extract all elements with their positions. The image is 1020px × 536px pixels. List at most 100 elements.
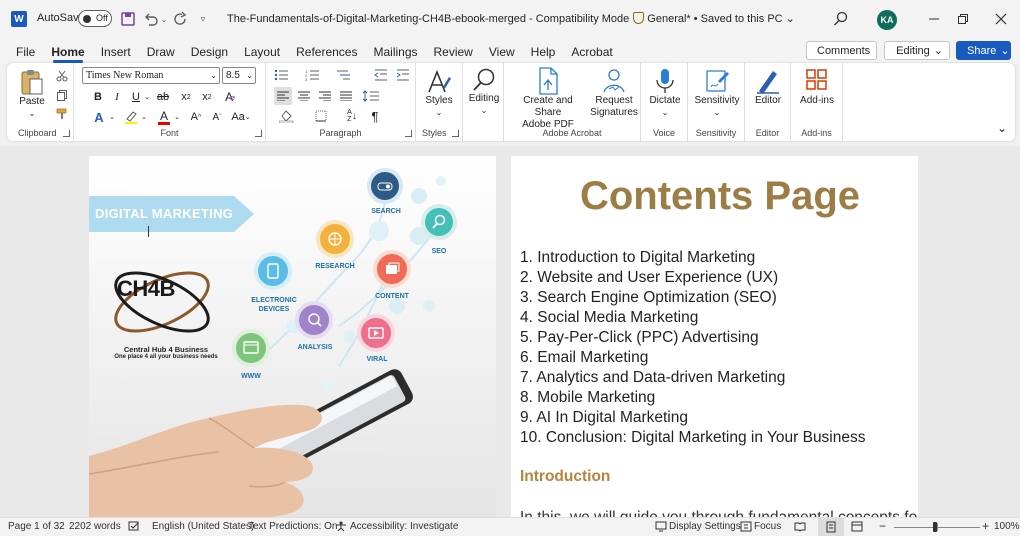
grow-font-icon[interactable]: A ^ [187,109,205,125]
toc-item[interactable]: 5. Pay-Per-Click (PPC) Advertising [520,328,866,348]
toc-item[interactable]: 9. AI In Digital Marketing [520,408,866,428]
styles-launcher-icon[interactable] [452,130,459,137]
tab-help[interactable]: Help [523,40,564,64]
zoom-level[interactable]: 100% [994,521,1020,532]
align-right-icon[interactable] [316,87,334,105]
web-layout-icon[interactable] [851,521,863,535]
highlight-icon[interactable] [123,109,139,125]
toc-item[interactable]: 8. Mobile Marketing [520,388,866,408]
subscript-button[interactable]: x2 [178,89,194,105]
dictate-button[interactable]: Dictate ⌄ [645,67,685,119]
toc-item[interactable]: 10. Conclusion: Digital Marketing in You… [520,428,866,448]
accessibility-icon[interactable] [335,521,347,535]
toc-item[interactable]: 6. Email Marketing [520,348,866,368]
font-size-input[interactable]: 8.5 ⌄ [222,67,256,84]
chevron-down-icon[interactable]: ⌄ [140,109,148,125]
increase-indent-icon[interactable] [394,67,412,83]
show-formatting-icon[interactable]: ¶ [366,108,384,124]
editing-button[interactable]: Editing ⌄ [465,67,503,117]
decrease-indent-icon[interactable] [372,67,390,83]
addins-button[interactable]: Add-ins [795,67,839,107]
proofing-icon[interactable] [128,521,140,535]
toc-item[interactable]: 4. Social Media Marketing [520,308,866,328]
create-share-pdf-button[interactable]: Create and Share Adobe PDF [511,67,585,131]
display-settings-icon[interactable] [655,521,667,535]
zoom-thumb[interactable] [932,522,937,532]
zoom-in-button[interactable]: + [982,519,989,533]
display-settings[interactable]: Display Settings [669,521,741,532]
print-layout-icon[interactable] [818,518,844,536]
word-count[interactable]: 2202 words [69,521,121,532]
request-signatures-button[interactable]: Request Signatures [590,67,638,119]
undo-dropdown-icon[interactable]: ⌄ [159,10,169,28]
search-icon[interactable] [833,11,849,30]
font-color-icon[interactable]: A [156,108,172,126]
accessibility-status[interactable]: Accessibility: Investigate [350,521,458,532]
share-button[interactable]: Share ⌄ [956,41,1011,60]
tab-mailings[interactable]: Mailings [365,40,425,64]
tab-layout[interactable]: Layout [236,40,288,64]
underline-button[interactable]: U [129,89,143,105]
tab-draw[interactable]: Draw [139,40,183,64]
copy-icon[interactable] [54,87,70,103]
borders-icon[interactable] [310,108,332,124]
toc-item[interactable]: 7. Analytics and Data-driven Marketing [520,368,866,388]
cover-page[interactable]: DIGITAL MARKETING CH4B Central Hub 4 Bus… [89,156,496,517]
align-left-icon[interactable] [274,87,292,105]
restore-icon[interactable] [953,9,973,29]
tab-review[interactable]: Review [426,40,481,64]
clear-formatting-icon[interactable]: A ⌀ [222,88,238,106]
undo-icon[interactable] [142,10,160,28]
text-predictions[interactable]: Text Predictions: On [248,521,337,532]
language[interactable]: English (United States) [152,521,254,532]
tab-view[interactable]: View [481,40,523,64]
read-mode-icon[interactable] [794,521,806,535]
minimize-icon[interactable] [924,9,944,29]
shading-icon[interactable] [276,108,298,124]
strikethrough-button[interactable]: ab [155,89,171,105]
numbering-icon[interactable]: 123 [302,67,324,83]
focus-icon[interactable] [740,521,752,535]
text-effects-icon[interactable]: A [91,109,107,125]
save-icon[interactable] [119,10,137,28]
avatar[interactable]: KA [877,10,897,30]
align-center-icon[interactable] [295,87,313,105]
customize-toolbar-icon[interactable]: ▿ [196,10,210,28]
autosave-toggle[interactable]: Off [78,10,112,27]
tab-home[interactable]: Home [43,40,92,64]
focus-mode[interactable]: Focus [754,521,781,532]
document-area[interactable]: DIGITAL MARKETING CH4B Central Hub 4 Bus… [0,146,1020,517]
font-name-input[interactable]: Times New Roman ⌄ [82,67,220,84]
tab-acrobat[interactable]: Acrobat [563,40,620,64]
tab-insert[interactable]: Insert [93,40,139,64]
change-case-icon[interactable]: Aa ⌄ [231,109,250,125]
justify-icon[interactable] [337,87,355,105]
sort-icon[interactable]: A Z ↓ [343,108,361,124]
toc-item[interactable]: 1. Introduction to Digital Marketing [520,248,866,268]
collapse-ribbon-icon[interactable]: ⌄ [995,121,1009,135]
tab-references[interactable]: References [288,40,365,64]
close-icon[interactable] [991,9,1011,29]
shrink-font-icon[interactable]: Aˇ [208,109,226,125]
bold-button[interactable]: B [91,89,105,105]
paste-button[interactable]: Paste ⌄ [14,68,50,120]
tab-file[interactable]: File [8,40,43,64]
tab-design[interactable]: Design [183,40,236,64]
italic-button[interactable]: I [110,89,124,105]
chevron-down-icon[interactable]: ⌄ [143,89,151,105]
cut-icon[interactable] [54,68,70,84]
page-count[interactable]: Page 1 of 32 [8,521,65,532]
toc-item[interactable]: 2. Website and User Experience (UX) [520,268,866,288]
chevron-down-icon[interactable]: ⌄ [108,109,116,125]
paragraph-launcher-icon[interactable] [405,130,412,137]
document-title[interactable]: The-Fundamentals-of-Digital-Marketing-CH… [227,12,795,25]
redo-icon[interactable] [172,10,190,28]
editor-button[interactable]: Editor [749,67,787,107]
toc-item[interactable]: 3. Search Engine Optimization (SEO) [520,288,866,308]
styles-button[interactable]: Styles ⌄ [421,69,457,119]
format-painter-icon[interactable] [54,106,70,122]
sensitivity-button[interactable]: Sensitivity ⌄ [692,67,742,119]
contents-page[interactable]: Contents Page 1. Introduction to Digital… [511,156,918,517]
comments-button[interactable]: Comments [806,41,877,60]
clipboard-launcher-icon[interactable] [63,130,70,137]
